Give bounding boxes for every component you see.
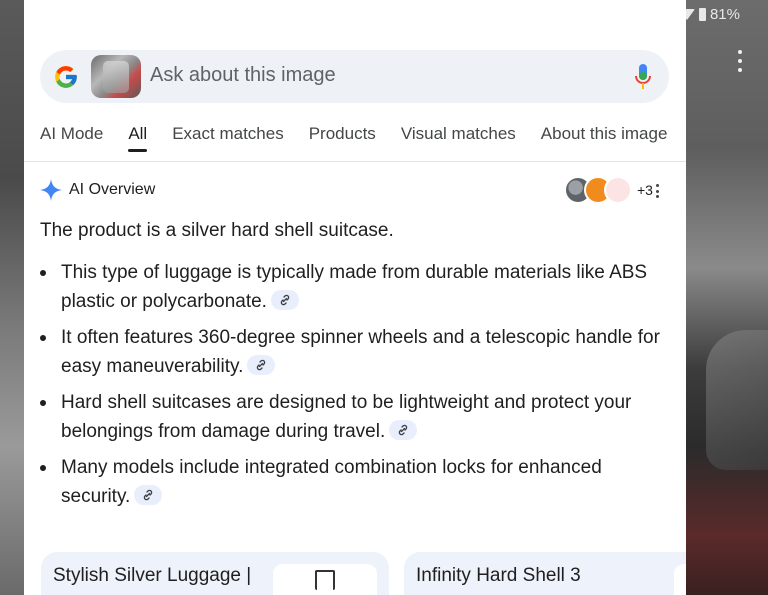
search-tabs: AI Mode All Exact matches Products Visua… (40, 124, 686, 160)
source-link-icon[interactable] (134, 484, 163, 505)
google-logo-icon (55, 66, 77, 88)
product-card-image (273, 564, 377, 595)
more-options-icon[interactable] (732, 50, 748, 72)
product-card-image (674, 564, 686, 595)
bullet-text: It often features 360-degree spinner whe… (61, 327, 660, 377)
source-link-icon[interactable] (247, 354, 276, 375)
product-card[interactable]: Stylish Silver Luggage | (41, 552, 389, 595)
battery-level: 81% (709, 6, 740, 23)
tab-about-this-image[interactable]: About this image (541, 124, 668, 160)
camera-background-right (686, 0, 768, 595)
source-3-icon (604, 176, 632, 204)
suitcase-handle-icon (315, 570, 335, 590)
status-bar: 81% (678, 6, 740, 23)
tabs-divider (24, 161, 686, 162)
product-card-title: Stylish Silver Luggage | (53, 565, 252, 586)
tab-visual-matches[interactable]: Visual matches (401, 124, 516, 160)
ai-sparkle-icon (40, 179, 62, 201)
query-image-thumbnail[interactable] (91, 55, 141, 98)
camera-background-left (0, 0, 24, 595)
source-link-icon[interactable] (389, 419, 418, 440)
list-item: Hard shell suitcases are designed to be … (40, 388, 665, 446)
ai-overview-menu-icon[interactable] (656, 184, 660, 198)
microphone-icon[interactable] (635, 64, 651, 90)
tab-exact-matches[interactable]: Exact matches (172, 124, 284, 160)
ai-overview-summary: The product is a silver hard shell suitc… (40, 220, 394, 241)
product-card-title: Infinity Hard Shell 3 (416, 565, 581, 586)
search-bar[interactable]: Ask about this image (40, 50, 669, 103)
bullet-text: Hard shell suitcases are designed to be … (61, 392, 632, 442)
sources-more-count: +3 (637, 182, 653, 198)
ai-overview-header: AI Overview +3 (40, 176, 670, 204)
ai-overview-sources[interactable]: +3 (564, 176, 653, 204)
list-item: It often features 360-degree spinner whe… (40, 323, 665, 381)
list-item: This type of luggage is typically made f… (40, 258, 665, 316)
list-item: Many models include integrated combinati… (40, 453, 665, 511)
ai-overview-bullets: This type of luggage is typically made f… (40, 258, 665, 518)
battery-icon (698, 8, 706, 21)
bullet-text: This type of luggage is typically made f… (61, 262, 648, 312)
tab-all[interactable]: All (128, 124, 147, 160)
results-sheet: Ask about this image AI Mode All Exact m… (24, 0, 686, 595)
product-card[interactable]: Infinity Hard Shell 3 (404, 552, 686, 595)
tab-products[interactable]: Products (309, 124, 376, 160)
tab-ai-mode[interactable]: AI Mode (40, 124, 103, 160)
search-input[interactable]: Ask about this image (150, 64, 336, 87)
ai-overview-title: AI Overview (69, 181, 156, 198)
source-link-icon[interactable] (270, 289, 299, 310)
